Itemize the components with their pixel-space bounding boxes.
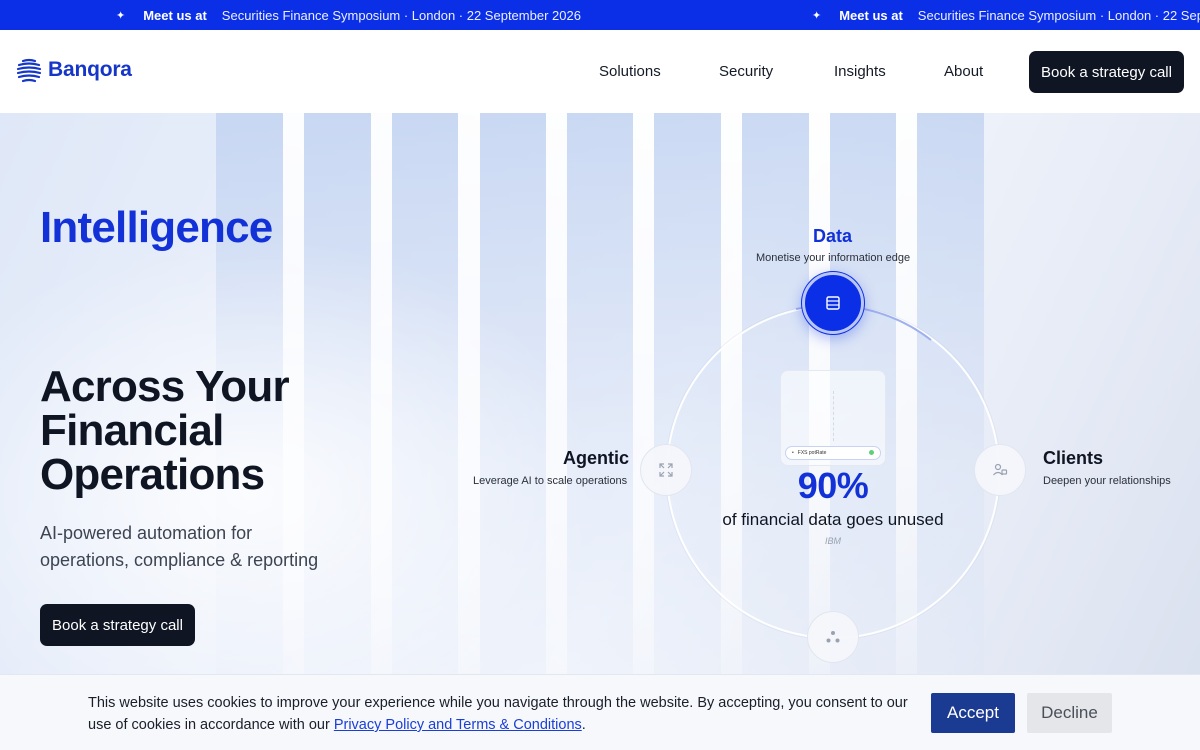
card-pill-label: FXS potRate (797, 450, 827, 456)
stat-source: IBM (824, 536, 841, 546)
headline-line: Operations (40, 450, 265, 499)
banner-item[interactable]: ✦ Meet us at Securities Finance Symposiu… (812, 0, 1200, 30)
nav-solutions[interactable]: Solutions (599, 63, 661, 80)
stat-value: 90% (797, 465, 869, 506)
logo-mark-icon (16, 58, 42, 83)
sparkle-icon: ✦ (116, 9, 126, 22)
headline-line: Financial (40, 406, 224, 455)
logo-text: Banqora (48, 58, 132, 81)
clients-node[interactable] (974, 444, 1026, 496)
data-preview-card: • FXS potRate (780, 370, 886, 466)
database-icon (826, 296, 840, 310)
nodes-icon (826, 631, 840, 643)
card-guide-line (833, 391, 834, 441)
accept-cookies-button[interactable]: Accept (931, 693, 1015, 733)
logo[interactable]: Banqora (16, 57, 132, 83)
agentic-desc: Leverage AI to scale operations (473, 475, 628, 487)
site-header: Banqora Solutions Security Insights Abou… (0, 30, 1200, 113)
data-node[interactable] (802, 272, 864, 334)
pill-bullet-icon: • (792, 450, 794, 456)
agentic-title: Agentic (563, 448, 630, 468)
card-field-pill: • FXS potRate (785, 446, 881, 460)
nav-insights[interactable]: Insights (834, 63, 886, 80)
agentic-node[interactable] (640, 444, 692, 496)
bg-stripe (633, 113, 654, 750)
banner-text: Securities Finance Symposium · London · … (221, 7, 581, 23)
hero-subtitle-line: AI-powered automation for (40, 523, 253, 543)
decline-cookies-button[interactable]: Decline (1027, 693, 1112, 733)
cookie-banner: This website uses cookies to improve you… (0, 674, 1200, 750)
status-dot (869, 450, 874, 455)
banner-item[interactable]: ✦ Meet us at Securities Finance Symposiu… (116, 0, 581, 30)
announcement-banner[interactable]: ✦ Meet us at Securities Finance Symposiu… (0, 0, 1200, 30)
book-strategy-call-button[interactable]: Book a strategy call (1029, 51, 1184, 93)
data-title: Data (813, 226, 853, 246)
nav-about[interactable]: About (944, 63, 983, 80)
users-icon (993, 463, 1008, 476)
banner-strong: Meet us at (839, 7, 903, 23)
cookie-text: This website uses cookies to improve you… (88, 692, 908, 736)
data-desc: Monetise your information edge (756, 252, 911, 264)
expand-icon (659, 463, 673, 477)
stat-description: of financial data goes unused (722, 510, 944, 529)
clients-title: Clients (1043, 448, 1104, 468)
banner-text: Securities Finance Symposium · London · … (917, 7, 1200, 23)
banner-strong: Meet us at (143, 7, 207, 23)
headline-line: Across Your (40, 362, 290, 411)
headline-accent: Intelligence (40, 203, 273, 252)
network-node[interactable] (807, 611, 859, 663)
clients-desc: Deepen your relationships (1043, 475, 1171, 487)
hero-subtitle-line: operations, compliance & reporting (40, 550, 319, 570)
hero-book-strategy-call-button[interactable]: Book a strategy call (40, 604, 195, 646)
cookie-text-end: . (581, 717, 586, 733)
privacy-policy-link[interactable]: Privacy Policy and Terms & Conditions (334, 717, 582, 733)
sparkle-icon: ✦ (812, 9, 822, 22)
nav-security[interactable]: Security (719, 63, 773, 80)
